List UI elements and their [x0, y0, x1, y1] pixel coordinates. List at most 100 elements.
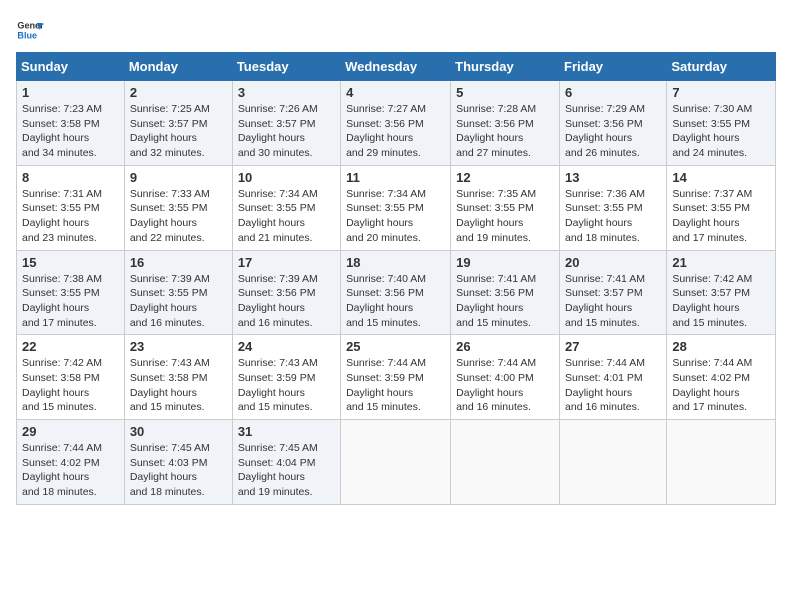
day-number: 31 [238, 424, 335, 439]
day-info: Sunrise: 7:44 AMSunset: 4:02 PMDaylight … [22, 441, 119, 500]
day-info: Sunrise: 7:26 AMSunset: 3:57 PMDaylight … [238, 102, 335, 161]
day-info: Sunrise: 7:28 AMSunset: 3:56 PMDaylight … [456, 102, 554, 161]
day-info: Sunrise: 7:36 AMSunset: 3:55 PMDaylight … [565, 187, 661, 246]
calendar-cell: 16 Sunrise: 7:39 AMSunset: 3:55 PMDaylig… [124, 250, 232, 335]
calendar-cell: 6 Sunrise: 7:29 AMSunset: 3:56 PMDayligh… [560, 81, 667, 166]
calendar-header-sunday: Sunday [17, 53, 125, 81]
calendar-cell: 26 Sunrise: 7:44 AMSunset: 4:00 PMDaylig… [451, 335, 560, 420]
day-number: 18 [346, 255, 445, 270]
day-info: Sunrise: 7:39 AMSunset: 3:55 PMDaylight … [130, 272, 227, 331]
calendar-cell: 25 Sunrise: 7:44 AMSunset: 3:59 PMDaylig… [341, 335, 451, 420]
day-number: 30 [130, 424, 227, 439]
day-number: 9 [130, 170, 227, 185]
calendar-cell: 19 Sunrise: 7:41 AMSunset: 3:56 PMDaylig… [451, 250, 560, 335]
calendar-cell: 10 Sunrise: 7:34 AMSunset: 3:55 PMDaylig… [232, 165, 340, 250]
day-info: Sunrise: 7:37 AMSunset: 3:55 PMDaylight … [672, 187, 770, 246]
calendar-cell: 12 Sunrise: 7:35 AMSunset: 3:55 PMDaylig… [451, 165, 560, 250]
day-number: 24 [238, 339, 335, 354]
day-number: 6 [565, 85, 661, 100]
day-number: 29 [22, 424, 119, 439]
calendar-cell: 3 Sunrise: 7:26 AMSunset: 3:57 PMDayligh… [232, 81, 340, 166]
logo-icon: General Blue [16, 16, 44, 44]
day-info: Sunrise: 7:35 AMSunset: 3:55 PMDaylight … [456, 187, 554, 246]
day-number: 25 [346, 339, 445, 354]
page-header: General Blue [16, 16, 776, 44]
calendar-cell [560, 420, 667, 505]
day-info: Sunrise: 7:41 AMSunset: 3:57 PMDaylight … [565, 272, 661, 331]
calendar-header-wednesday: Wednesday [341, 53, 451, 81]
calendar-cell: 5 Sunrise: 7:28 AMSunset: 3:56 PMDayligh… [451, 81, 560, 166]
calendar-week-row: 15 Sunrise: 7:38 AMSunset: 3:55 PMDaylig… [17, 250, 776, 335]
calendar-cell [341, 420, 451, 505]
day-number: 28 [672, 339, 770, 354]
day-number: 3 [238, 85, 335, 100]
day-info: Sunrise: 7:30 AMSunset: 3:55 PMDaylight … [672, 102, 770, 161]
day-number: 27 [565, 339, 661, 354]
day-info: Sunrise: 7:23 AMSunset: 3:58 PMDaylight … [22, 102, 119, 161]
calendar-cell: 22 Sunrise: 7:42 AMSunset: 3:58 PMDaylig… [17, 335, 125, 420]
day-info: Sunrise: 7:45 AMSunset: 4:03 PMDaylight … [130, 441, 227, 500]
day-number: 15 [22, 255, 119, 270]
calendar-cell: 20 Sunrise: 7:41 AMSunset: 3:57 PMDaylig… [560, 250, 667, 335]
day-info: Sunrise: 7:38 AMSunset: 3:55 PMDaylight … [22, 272, 119, 331]
day-info: Sunrise: 7:43 AMSunset: 3:59 PMDaylight … [238, 356, 335, 415]
day-info: Sunrise: 7:29 AMSunset: 3:56 PMDaylight … [565, 102, 661, 161]
calendar-header-saturday: Saturday [667, 53, 776, 81]
calendar-cell [667, 420, 776, 505]
calendar-cell: 8 Sunrise: 7:31 AMSunset: 3:55 PMDayligh… [17, 165, 125, 250]
day-info: Sunrise: 7:42 AMSunset: 3:58 PMDaylight … [22, 356, 119, 415]
calendar-week-row: 1 Sunrise: 7:23 AMSunset: 3:58 PMDayligh… [17, 81, 776, 166]
calendar-week-row: 8 Sunrise: 7:31 AMSunset: 3:55 PMDayligh… [17, 165, 776, 250]
day-number: 11 [346, 170, 445, 185]
calendar-cell: 29 Sunrise: 7:44 AMSunset: 4:02 PMDaylig… [17, 420, 125, 505]
day-info: Sunrise: 7:34 AMSunset: 3:55 PMDaylight … [238, 187, 335, 246]
day-number: 17 [238, 255, 335, 270]
svg-text:Blue: Blue [17, 30, 37, 40]
day-number: 5 [456, 85, 554, 100]
calendar-cell: 18 Sunrise: 7:40 AMSunset: 3:56 PMDaylig… [341, 250, 451, 335]
calendar-table: SundayMondayTuesdayWednesdayThursdayFrid… [16, 52, 776, 505]
calendar-cell: 7 Sunrise: 7:30 AMSunset: 3:55 PMDayligh… [667, 81, 776, 166]
day-number: 4 [346, 85, 445, 100]
day-number: 13 [565, 170, 661, 185]
day-number: 14 [672, 170, 770, 185]
calendar-cell: 27 Sunrise: 7:44 AMSunset: 4:01 PMDaylig… [560, 335, 667, 420]
calendar-cell: 11 Sunrise: 7:34 AMSunset: 3:55 PMDaylig… [341, 165, 451, 250]
calendar-cell: 13 Sunrise: 7:36 AMSunset: 3:55 PMDaylig… [560, 165, 667, 250]
day-info: Sunrise: 7:44 AMSunset: 4:02 PMDaylight … [672, 356, 770, 415]
calendar-cell: 23 Sunrise: 7:43 AMSunset: 3:58 PMDaylig… [124, 335, 232, 420]
day-number: 1 [22, 85, 119, 100]
calendar-cell: 1 Sunrise: 7:23 AMSunset: 3:58 PMDayligh… [17, 81, 125, 166]
calendar-header-tuesday: Tuesday [232, 53, 340, 81]
day-number: 16 [130, 255, 227, 270]
calendar-cell: 14 Sunrise: 7:37 AMSunset: 3:55 PMDaylig… [667, 165, 776, 250]
day-number: 20 [565, 255, 661, 270]
day-info: Sunrise: 7:34 AMSunset: 3:55 PMDaylight … [346, 187, 445, 246]
calendar-cell: 2 Sunrise: 7:25 AMSunset: 3:57 PMDayligh… [124, 81, 232, 166]
calendar-cell: 15 Sunrise: 7:38 AMSunset: 3:55 PMDaylig… [17, 250, 125, 335]
day-number: 26 [456, 339, 554, 354]
day-number: 23 [130, 339, 227, 354]
logo: General Blue [16, 16, 44, 44]
day-number: 12 [456, 170, 554, 185]
day-info: Sunrise: 7:43 AMSunset: 3:58 PMDaylight … [130, 356, 227, 415]
day-number: 8 [22, 170, 119, 185]
day-number: 19 [456, 255, 554, 270]
calendar-week-row: 29 Sunrise: 7:44 AMSunset: 4:02 PMDaylig… [17, 420, 776, 505]
calendar-cell: 4 Sunrise: 7:27 AMSunset: 3:56 PMDayligh… [341, 81, 451, 166]
calendar-cell: 9 Sunrise: 7:33 AMSunset: 3:55 PMDayligh… [124, 165, 232, 250]
calendar-header-thursday: Thursday [451, 53, 560, 81]
day-number: 7 [672, 85, 770, 100]
day-info: Sunrise: 7:25 AMSunset: 3:57 PMDaylight … [130, 102, 227, 161]
calendar-cell: 17 Sunrise: 7:39 AMSunset: 3:56 PMDaylig… [232, 250, 340, 335]
day-number: 10 [238, 170, 335, 185]
day-info: Sunrise: 7:40 AMSunset: 3:56 PMDaylight … [346, 272, 445, 331]
day-number: 22 [22, 339, 119, 354]
calendar-cell: 30 Sunrise: 7:45 AMSunset: 4:03 PMDaylig… [124, 420, 232, 505]
calendar-cell: 24 Sunrise: 7:43 AMSunset: 3:59 PMDaylig… [232, 335, 340, 420]
calendar-week-row: 22 Sunrise: 7:42 AMSunset: 3:58 PMDaylig… [17, 335, 776, 420]
calendar-cell [451, 420, 560, 505]
calendar-header-row: SundayMondayTuesdayWednesdayThursdayFrid… [17, 53, 776, 81]
day-info: Sunrise: 7:44 AMSunset: 4:00 PMDaylight … [456, 356, 554, 415]
day-info: Sunrise: 7:33 AMSunset: 3:55 PMDaylight … [130, 187, 227, 246]
